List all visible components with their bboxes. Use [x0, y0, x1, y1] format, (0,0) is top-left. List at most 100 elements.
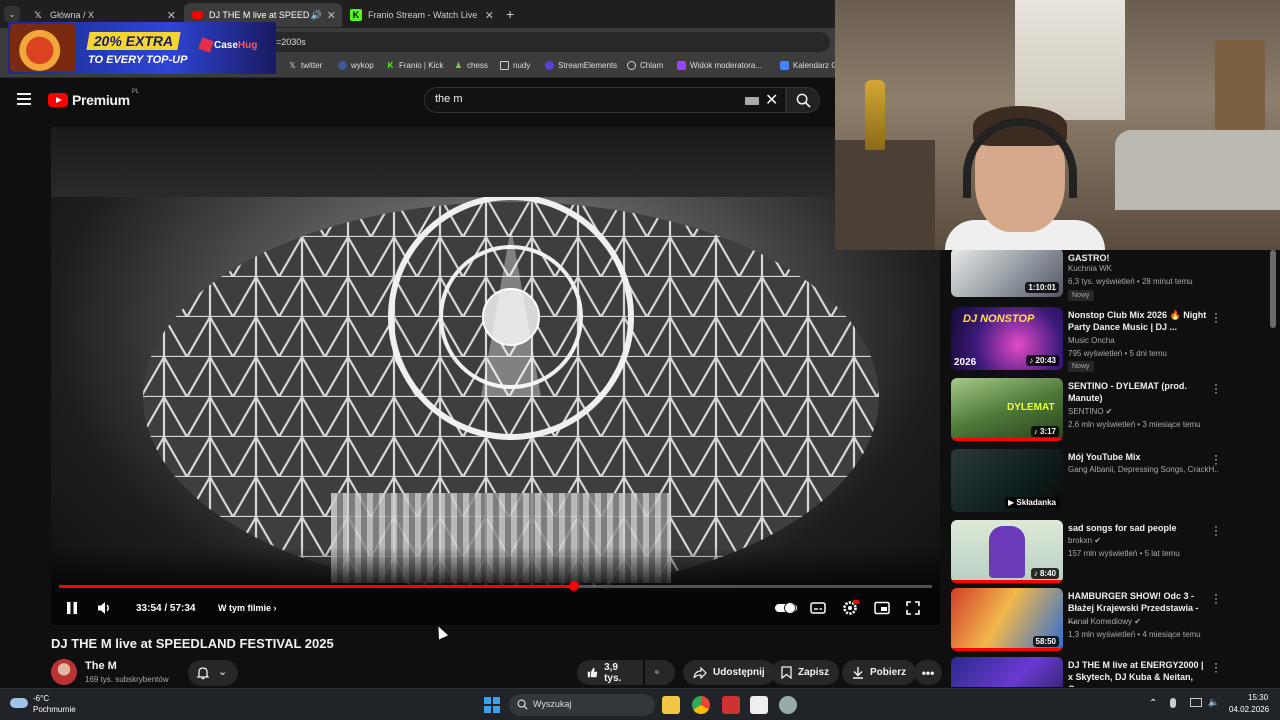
- settings-gear-icon[interactable]: [842, 600, 859, 616]
- scrubber-handle[interactable]: [569, 581, 580, 591]
- channel-name[interactable]: brokxn ✔: [1068, 536, 1101, 545]
- video-thumbnail[interactable]: ▶ Składanka: [951, 449, 1063, 512]
- video-title[interactable]: DJ THE M live at ENERGY2000 | x Skytech,…: [1068, 659, 1208, 687]
- video-thumbnail[interactable]: 58:50: [951, 588, 1063, 651]
- autoplay-toggle-icon[interactable]: [775, 602, 797, 614]
- video-thumbnail[interactable]: 1:10:01: [951, 250, 1063, 297]
- search-box[interactable]: ✕: [424, 87, 786, 113]
- recommendation-item[interactable]: DYLEMAT ♪ 3:17 SENTINO - DYLEMAT (prod. …: [948, 378, 1248, 448]
- wykop-icon: [338, 61, 347, 70]
- bookmark-folder-nudy[interactable]: nudy: [500, 61, 530, 70]
- keyboard-icon[interactable]: [745, 97, 759, 105]
- weather-description[interactable]: Pochmurnie: [33, 705, 76, 714]
- close-icon[interactable]: ✕: [327, 9, 336, 22]
- watched-progress: [951, 648, 1063, 651]
- search-input[interactable]: [435, 93, 735, 105]
- more-vertical-icon[interactable]: · · ·: [1212, 657, 1220, 677]
- video-title[interactable]: Nonstop Club Mix 2026 🔥 Night Party Danc…: [1068, 309, 1208, 333]
- chrome-icon[interactable]: [692, 696, 710, 714]
- share-button[interactable]: Udostępnij: [683, 660, 775, 685]
- logo-text: Premium: [72, 92, 130, 108]
- bookmark-kick[interactable]: K Franio | Kick: [386, 61, 444, 70]
- speaker-icon[interactable]: 🔈: [1208, 697, 1219, 708]
- bookmark-wykop[interactable]: wykop: [338, 61, 374, 70]
- thumbnail-figure: [989, 526, 1025, 578]
- more-actions-button[interactable]: •••: [914, 660, 942, 685]
- download-button[interactable]: Pobierz: [842, 660, 917, 685]
- recommendation-item[interactable]: ▶ Składanka Mój YouTube Mix Gang Albanii…: [948, 449, 1248, 519]
- miniplayer-icon[interactable]: [874, 601, 890, 615]
- pause-icon[interactable]: [65, 601, 79, 615]
- like-button[interactable]: 3,9 tys.: [577, 660, 643, 685]
- weather-temperature[interactable]: -6°C: [33, 694, 49, 703]
- youtube-play-icon: [48, 93, 68, 107]
- recommendation-item[interactable]: ♪ 8:40 sad songs for sad people brokxn ✔…: [948, 520, 1248, 590]
- bookmark-streamelements[interactable]: StreamElements: [545, 61, 617, 70]
- more-vertical-icon[interactable]: · · ·: [1212, 378, 1220, 398]
- app-icon-1[interactable]: [722, 696, 740, 714]
- volume-icon[interactable]: [97, 601, 113, 615]
- video-thumbnail[interactable]: [951, 657, 1063, 687]
- close-icon[interactable]: ✕: [485, 9, 494, 22]
- new-tab-button[interactable]: +: [506, 6, 514, 22]
- casehug-ad-banner[interactable]: 20% EXTRA TO EVERY TOP-UP CaseHug: [8, 22, 276, 74]
- hamburger-menu-icon[interactable]: [17, 93, 31, 105]
- taskbar-search[interactable]: Wyszukaj: [509, 694, 655, 716]
- share-icon: [693, 666, 707, 679]
- microphone-icon[interactable]: [1170, 698, 1176, 708]
- recommendation-item[interactable]: DJ NONSTOP 2026 ♪ 20:43 Nonstop Club Mix…: [948, 307, 1248, 377]
- video-meta: 157 mln wyświetleń • 5 lat temu: [1068, 549, 1180, 558]
- tab-list-dropdown[interactable]: ⌄: [4, 6, 20, 22]
- progress-bar[interactable]: [59, 581, 932, 591]
- subtitles-icon[interactable]: [810, 601, 826, 615]
- clock-time[interactable]: 15:30: [1248, 693, 1268, 702]
- video-title[interactable]: SENTINO - DYLEMAT (prod. Manute): [1068, 380, 1208, 404]
- notifications-button[interactable]: ⌄: [188, 660, 238, 686]
- windows-start-icon[interactable]: [484, 697, 500, 713]
- channel-name[interactable]: The M: [85, 660, 117, 672]
- bookmark-chlam[interactable]: Chlam: [627, 61, 663, 70]
- sidebar-scrollbar[interactable]: [1270, 250, 1276, 328]
- bookmark-calendar[interactable]: Kalendarz G: [780, 61, 837, 70]
- monitor-icon[interactable]: [1190, 698, 1202, 707]
- more-vertical-icon[interactable]: · · ·: [1212, 307, 1220, 327]
- region-code: PL: [131, 89, 140, 95]
- dislike-button[interactable]: [645, 660, 675, 685]
- channel-name[interactable]: Kuchnia WK: [1068, 264, 1112, 273]
- search-button[interactable]: [786, 87, 820, 113]
- channel-name[interactable]: Kanał Komediowy ✔: [1068, 617, 1141, 626]
- bookmark-twitter[interactable]: 𝕏twitter: [288, 61, 322, 70]
- video-thumbnail[interactable]: ♪ 8:40: [951, 520, 1063, 583]
- channel-name[interactable]: Music Oncha: [1068, 336, 1115, 345]
- chapters-button[interactable]: W tym filmie ›: [218, 603, 277, 613]
- recommendation-item[interactable]: DJ THE M live at ENERGY2000 | x Skytech,…: [948, 657, 1248, 687]
- app-icon-2[interactable]: [750, 696, 768, 714]
- more-vertical-icon[interactable]: · · ·: [1212, 449, 1220, 469]
- video-title[interactable]: GASTRO!: [1068, 252, 1208, 264]
- channel-name[interactable]: SENTINO ✔: [1068, 407, 1113, 416]
- close-icon[interactable]: ✕: [167, 9, 176, 22]
- more-vertical-icon[interactable]: · · ·: [1212, 520, 1220, 540]
- address-bar[interactable]: =2030s: [260, 32, 830, 52]
- settings-gear-icon[interactable]: [779, 696, 797, 714]
- youtube-premium-logo[interactable]: Premium PL: [48, 89, 140, 108]
- video-thumbnail[interactable]: DYLEMAT ♪ 3:17: [951, 378, 1063, 441]
- bookmark-chess[interactable]: ♟ chess: [454, 61, 488, 70]
- recommendation-item[interactable]: 58:50 HAMBURGER SHOW! Odc 3 - Błażej Kra…: [948, 588, 1248, 658]
- save-button[interactable]: Zapisz: [771, 660, 840, 685]
- speaker-icon[interactable]: 🔊: [311, 10, 322, 21]
- channel-avatar[interactable]: [51, 659, 77, 685]
- chevron-up-icon[interactable]: ⌃: [1149, 698, 1157, 709]
- file-explorer-icon[interactable]: [662, 696, 680, 714]
- clock-date[interactable]: 04.02.2026: [1229, 705, 1269, 714]
- pawn-icon: ♟: [454, 61, 463, 70]
- video-player[interactable]: 33:54 / 57:34 W tym filmie ›: [51, 127, 940, 625]
- bookmark-moderator-view[interactable]: Widok moderatora...: [677, 61, 762, 70]
- video-thumbnail[interactable]: DJ NONSTOP 2026 ♪ 20:43: [951, 307, 1063, 370]
- tab-kick[interactable]: K Franio Stream - Watch Live on ✕: [342, 3, 500, 27]
- video-title[interactable]: sad songs for sad people: [1068, 522, 1208, 534]
- video-title[interactable]: Mój YouTube Mix: [1068, 451, 1208, 463]
- fullscreen-icon[interactable]: [906, 601, 920, 615]
- more-vertical-icon[interactable]: · · ·: [1212, 588, 1220, 608]
- clear-search-icon[interactable]: ✕: [765, 90, 778, 110]
